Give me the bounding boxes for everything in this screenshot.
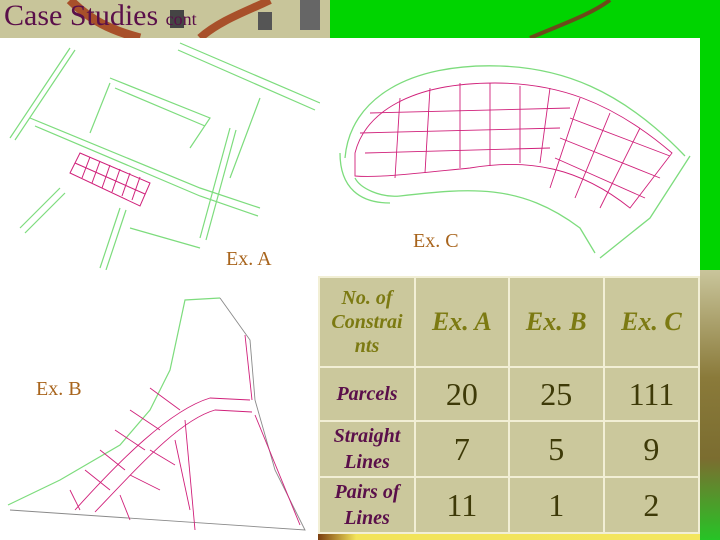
header-cell-ex-a: Ex. A bbox=[414, 276, 510, 368]
value-cell: 111 bbox=[602, 366, 701, 422]
ex-a-drawing bbox=[9, 42, 320, 270]
background-map-right bbox=[700, 270, 720, 540]
value-cell: 9 bbox=[602, 420, 701, 478]
row-label-line: Lines bbox=[344, 451, 390, 473]
row-label-parcels: Parcels bbox=[318, 366, 416, 422]
slide-title-main: Case Studies bbox=[4, 0, 159, 32]
table-row: Pairs of Lines 11 1 2 bbox=[318, 476, 701, 534]
row-label-line: Pairs of bbox=[334, 481, 400, 503]
slide-title: Case Studies cont bbox=[4, 0, 197, 39]
value-cell: 11 bbox=[414, 476, 510, 534]
value-cell: 1 bbox=[507, 476, 605, 534]
value-cell: 25 bbox=[507, 366, 605, 422]
slide-title-suffix: cont bbox=[165, 9, 197, 29]
table-header-row: No. of Constrai nts Ex. A Ex. B Ex. C bbox=[318, 276, 701, 368]
ex-b-label: Ex. B bbox=[36, 378, 82, 400]
constraints-table: No. of Constrai nts Ex. A Ex. B Ex. C Pa… bbox=[318, 276, 701, 534]
ex-b-drawing bbox=[7, 297, 306, 531]
value-cell: 2 bbox=[602, 476, 701, 534]
ex-c-label: Ex. C bbox=[413, 230, 459, 252]
row-label-straight-lines: Straight Lines bbox=[318, 420, 416, 478]
header-cell-ex-c: Ex. C bbox=[602, 276, 701, 368]
background-green bbox=[330, 0, 720, 40]
header-line: No. of bbox=[341, 287, 393, 309]
header-line: Constrai bbox=[331, 311, 403, 333]
value-cell: 20 bbox=[414, 366, 510, 422]
value-cell: 7 bbox=[414, 420, 510, 478]
row-label-line: Lines bbox=[344, 507, 390, 529]
table-row: Parcels 20 25 111 bbox=[318, 366, 701, 422]
row-label-pairs-of-lines: Pairs of Lines bbox=[318, 476, 416, 534]
row-label-line: Parcels bbox=[336, 383, 398, 405]
table-row: Straight Lines 7 5 9 bbox=[318, 420, 701, 478]
header-line: nts bbox=[354, 335, 380, 357]
ex-c-drawing bbox=[339, 65, 691, 259]
value-cell: 5 bbox=[507, 420, 605, 478]
ex-a-label: Ex. A bbox=[226, 248, 272, 270]
row-label-line: Straight bbox=[333, 425, 401, 447]
header-cell-constraints: No. of Constrai nts bbox=[318, 276, 416, 368]
map-path-decoration bbox=[529, 0, 612, 40]
header-cell-ex-b: Ex. B bbox=[507, 276, 605, 368]
